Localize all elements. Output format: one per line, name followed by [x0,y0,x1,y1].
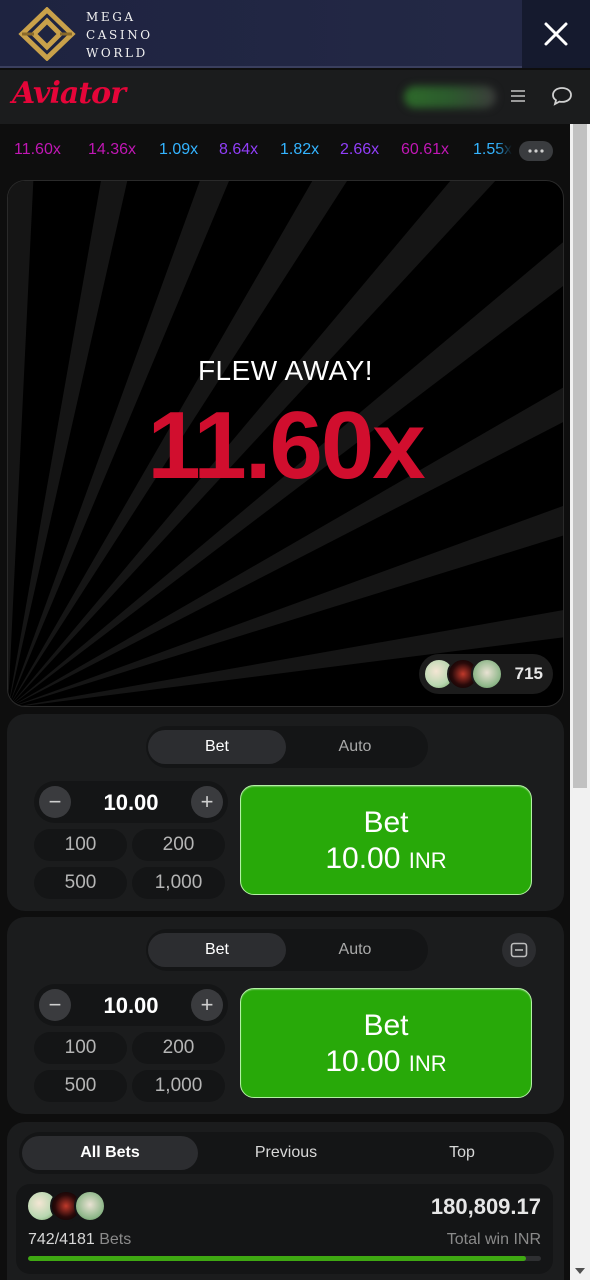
bets-count-value: 742/4181 [28,1231,95,1248]
quick-amount-button[interactable]: 500 [34,867,127,899]
tab-bet[interactable]: Bet [148,933,286,967]
bet-button-currency: INR [408,848,447,873]
quick-amount-button[interactable]: 100 [34,829,127,861]
minus-icon: − [48,992,62,1017]
casino-banner: MEGA CASINO WORLD [0,0,590,68]
bets-count: 742/4181 Bets [28,1231,131,1249]
menu-button[interactable] [508,86,528,111]
plus-icon: + [200,992,214,1017]
page-scrollbar[interactable] [570,124,590,1280]
mega-casino-logo-icon [18,6,76,62]
bet-mode-tabs: Bet Auto [146,726,428,768]
players-avatars [423,658,509,690]
bet-button-currency: INR [408,1051,447,1076]
total-win-value: 180,809.17 [430,1194,541,1219]
bets-progress-bar [28,1256,541,1261]
players-badge: 715 [419,654,553,694]
quick-amount-button[interactable]: 200 [132,1032,225,1064]
bettors-avatars [26,1190,112,1224]
multiplier-history: 11.60x 14.36x 1.09x 8.64x 1.82x 2.66x 60… [0,124,570,176]
total-win-label: Total win INR [446,1231,541,1248]
quick-amount-button[interactable]: 1,000 [132,1070,225,1102]
crash-multiplier: 11.60x [147,392,425,499]
bet-button-amount: 10.00 [325,842,401,875]
app-header: Aviator [0,70,590,124]
balance-display [404,86,496,108]
history-item: 1.82x [280,141,320,158]
history-more-button[interactable] [519,141,553,161]
history-item: 1.09x [159,141,199,158]
quick-amount-button[interactable]: 500 [34,1070,127,1102]
bet-button-amount-line: 10.00 INR [241,1045,531,1079]
banner-brand: MEGA CASINO WORLD [86,8,153,62]
place-bet-button[interactable]: Bet 10.00 INR [240,988,532,1098]
bet-amount-input[interactable]: 10.00 [74,993,188,1019]
scrollbar-thumb[interactable] [573,124,587,788]
scroll-down-arrow-icon[interactable] [575,1268,585,1274]
history-item: 14.36x [88,141,137,158]
bet-button-amount-line: 10.00 INR [241,842,531,876]
bets-count-label: Bets [99,1231,132,1248]
avatar [471,658,503,690]
decrease-button[interactable]: − [39,786,71,818]
avatar [74,1190,106,1222]
tab-previous[interactable]: Previous [198,1136,374,1170]
history-item: 11.60x [14,141,61,158]
history-item: 1.55x [473,141,513,158]
quick-amount-button[interactable]: 100 [34,1032,127,1064]
minus-icon: − [48,789,62,814]
bet-panel-1: Bet Auto − 10.00 + 100 200 500 1,000 Bet… [7,714,564,911]
bets-section: All Bets Previous Top 742/4181 Bets 180,… [7,1122,564,1280]
tab-bet[interactable]: Bet [148,730,286,764]
quick-amount-button[interactable]: 200 [132,829,225,861]
flew-away-text: FLEW AWAY! [197,355,374,386]
remove-panel-button[interactable] [502,933,536,967]
bets-tabs: All Bets Previous Top [19,1132,554,1174]
hamburger-menu-icon [511,90,525,102]
brand-line-1: MEGA [86,10,136,24]
decrease-button[interactable]: − [39,989,71,1021]
bet-amount-input[interactable]: 10.00 [74,790,188,816]
more-dots-icon [528,149,544,153]
history-item: 60.61x [401,141,450,158]
place-bet-button[interactable]: Bet 10.00 INR [240,785,532,895]
bet-button-label: Bet [363,806,409,839]
aviator-logo: Aviator [12,76,126,111]
bet-amount-stepper: − 10.00 + [34,781,228,823]
chat-bubble-icon [552,87,572,106]
tab-auto[interactable]: Auto [286,933,424,967]
history-item: 8.64x [219,141,259,158]
players-count: 715 [514,664,543,683]
bet-panel-2: Bet Auto − 10.00 + 100 200 500 1,000 Bet… [7,917,564,1114]
bets-summary: 742/4181 Bets 180,809.17 Total win INR [16,1184,553,1274]
quick-amount-button[interactable]: 1,000 [132,867,225,899]
tab-all-bets[interactable]: All Bets [22,1136,198,1170]
bet-button-label: Bet [363,1009,409,1042]
close-icon [544,22,568,46]
minus-square-icon [510,942,528,958]
game-area: FLEW AWAY! 11.60x 715 [7,180,564,707]
tab-auto[interactable]: Auto [286,730,424,764]
history-item: 2.66x [340,141,380,158]
bet-button-amount: 10.00 [325,1045,401,1078]
bet-amount-stepper: − 10.00 + [34,984,228,1026]
tab-top[interactable]: Top [374,1136,550,1170]
plus-icon: + [200,789,214,814]
brand-line-2: CASINO [86,28,153,42]
increase-button[interactable]: + [191,786,223,818]
bets-progress-fill [28,1256,526,1261]
chat-button[interactable] [551,86,573,111]
close-banner-button[interactable] [522,0,590,68]
bet-mode-tabs: Bet Auto [146,929,428,971]
increase-button[interactable]: + [191,989,223,1021]
brand-line-3: WORLD [86,46,148,60]
